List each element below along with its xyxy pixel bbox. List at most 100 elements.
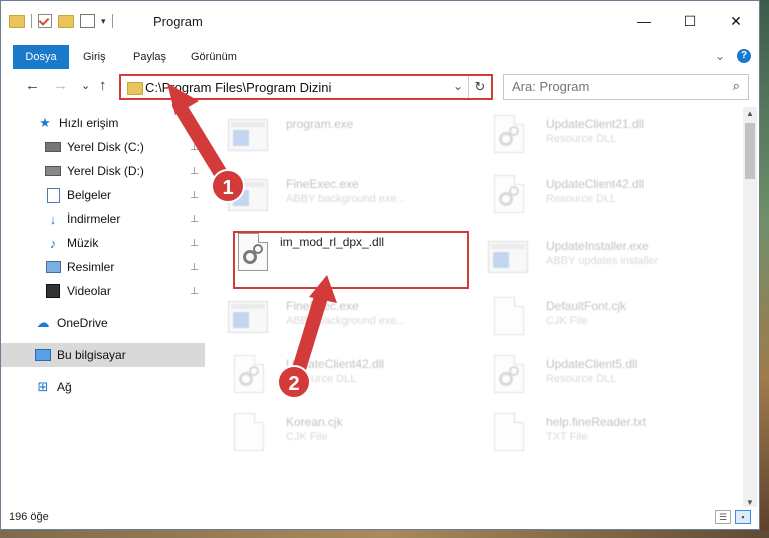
back-arrow-icon[interactable]: ← <box>25 77 40 94</box>
file-name: UpdateClient42.dll <box>546 177 645 191</box>
step-2-badge: 2 <box>277 365 311 399</box>
vertical-scrollbar[interactable]: ▲ ▼ <box>743 107 757 509</box>
tab-share[interactable]: Paylaş <box>133 45 166 69</box>
sidebar-item-label: Müzik <box>67 236 99 250</box>
window-controls: — ☐ ✕ <box>621 1 759 41</box>
dll-icon <box>488 175 528 213</box>
app-icon <box>228 297 268 335</box>
navigation-bar: ← → ⌄ ↑ C:\Program Files\Program Dizini … <box>1 71 759 103</box>
pin-icon[interactable]: ⊥ <box>190 286 199 297</box>
details-view-icon[interactable]: ☰ <box>715 510 731 524</box>
file-item[interactable]: FineExec.exe ABBY background exe... <box>216 289 456 341</box>
up-arrow-icon[interactable]: ↑ <box>99 77 107 94</box>
qat-dropdown-icon[interactable]: ▾ <box>101 16 106 27</box>
file-item[interactable]: UpdateClient42.dll Resource DLL <box>216 347 456 399</box>
sidebar-item-videos[interactable]: Videolar ⊥ <box>1 279 205 303</box>
minimize-button[interactable]: — <box>621 1 667 41</box>
sidebar-item-label: Yerel Disk (C:) <box>67 140 144 154</box>
computer-icon <box>35 348 51 362</box>
app-icon <box>488 237 528 275</box>
sidebar-item-music[interactable]: ♪ Müzik ⊥ <box>1 231 205 255</box>
dll-icon <box>488 355 528 393</box>
file-type: Resource DLL <box>546 193 617 205</box>
search-input[interactable] <box>512 79 712 94</box>
file-item[interactable]: FineExec.exe ABBY background exe... <box>216 167 456 219</box>
help-icon[interactable]: ? <box>737 49 751 63</box>
pin-icon[interactable]: ⊥ <box>190 166 199 177</box>
videos-icon <box>45 284 61 298</box>
file-item[interactable]: UpdateInstaller.exe ABBY updates install… <box>476 229 716 281</box>
music-icon: ♪ <box>49 235 57 251</box>
close-button[interactable]: ✕ <box>713 1 759 41</box>
large-icons-view-icon[interactable]: ▪ <box>735 510 751 524</box>
file-item[interactable]: DefaultFont.cjk CJK File <box>476 289 716 341</box>
file-type: ABBY background exe... <box>286 315 406 327</box>
file-name: help.fineReader.txt <box>546 415 647 429</box>
sidebar-item-documents[interactable]: Belgeler ⊥ <box>1 183 205 207</box>
sidebar-item-downloads[interactable]: ↓ İndirmeler ⊥ <box>1 207 205 231</box>
file-type: CJK File <box>546 315 588 327</box>
desktop-background-bottom <box>0 530 769 538</box>
sidebar-item-pictures[interactable]: Resimler ⊥ <box>1 255 205 279</box>
drive-icon <box>45 140 61 154</box>
file-item[interactable]: program.exe <box>216 107 456 159</box>
target-file-highlight <box>233 231 469 289</box>
exe-icon <box>228 115 268 153</box>
sidebar-item-label: Hızlı erişim <box>59 116 119 130</box>
refresh-icon[interactable]: ↻ <box>468 76 491 98</box>
ribbon-expand-icon[interactable]: ⌄ <box>715 49 725 63</box>
file-name: program.exe <box>286 117 354 131</box>
file-item[interactable]: help.fineReader.txt TXT File <box>476 405 716 457</box>
search-box[interactable]: ⌕ <box>503 74 749 100</box>
doc-icon <box>488 413 528 451</box>
pin-icon[interactable]: ⊥ <box>190 142 199 153</box>
sidebar-item-network[interactable]: ⊞ Ağ <box>1 375 205 399</box>
address-bar[interactable]: C:\Program Files\Program Dizini ⌄ ↻ <box>119 74 493 100</box>
scrollbar-thumb[interactable] <box>745 123 755 179</box>
dll-icon <box>228 355 268 393</box>
address-path[interactable]: C:\Program Files\Program Dizini <box>145 80 331 95</box>
new-folder-icon[interactable] <box>58 14 74 28</box>
explorer-window: ▾ Program — ☐ ✕ Dosya Giriş Paylaş Görün… <box>0 0 760 530</box>
scroll-down-icon[interactable]: ▼ <box>743 498 757 507</box>
pin-icon[interactable]: ⊥ <box>190 190 199 201</box>
pin-icon[interactable]: ⊥ <box>190 262 199 273</box>
documents-icon <box>45 187 61 203</box>
pin-icon[interactable]: ⊥ <box>190 214 199 225</box>
scroll-up-icon[interactable]: ▲ <box>743 109 757 118</box>
sidebar-item-quick-access[interactable]: ★ Hızlı erişim <box>37 111 241 135</box>
rename-icon[interactable] <box>80 14 95 28</box>
file-type: TXT File <box>546 431 588 443</box>
step-1-badge: 1 <box>211 169 245 203</box>
sidebar-item-disk-c[interactable]: Yerel Disk (C:) ⊥ <box>1 135 205 159</box>
pin-icon[interactable]: ⊥ <box>190 238 199 249</box>
file-type: ABBY background exe... <box>286 193 406 205</box>
tab-view[interactable]: Görünüm <box>191 45 237 69</box>
star-icon: ★ <box>39 115 51 130</box>
sidebar-item-disk-d[interactable]: Yerel Disk (D:) ⊥ <box>1 159 205 183</box>
tab-file[interactable]: Dosya <box>13 45 69 69</box>
file-item[interactable]: UpdateClient21.dll Resource DLL <box>476 107 716 159</box>
sidebar-item-onedrive[interactable]: ☁ OneDrive <box>1 311 205 335</box>
tab-home[interactable]: Giriş <box>83 45 106 69</box>
properties-check-icon[interactable] <box>38 14 52 28</box>
file-type: Resource DLL <box>546 133 617 145</box>
title-bar: ▾ Program — ☐ ✕ <box>1 1 759 41</box>
file-name: Korean.cjk <box>286 415 343 429</box>
file-item[interactable]: Korean.cjk CJK File <box>216 405 456 457</box>
window-title: Program <box>153 14 203 29</box>
desktop-background <box>760 0 769 538</box>
search-icon[interactable]: ⌕ <box>733 78 740 94</box>
drive-icon <box>45 164 61 178</box>
sidebar-item-this-pc[interactable]: Bu bilgisayar <box>1 343 205 367</box>
forward-arrow-icon[interactable]: → <box>53 77 68 94</box>
sidebar-item-label: OneDrive <box>57 316 108 330</box>
file-item[interactable]: UpdateClient5.dll Resource DLL <box>476 347 716 399</box>
file-name: FineExec.exe <box>286 177 359 191</box>
maximize-button[interactable]: ☐ <box>667 1 713 41</box>
chevron-down-icon[interactable]: ⌄ <box>453 79 463 93</box>
file-item[interactable]: UpdateClient42.dll Resource DLL <box>476 167 716 219</box>
cloud-icon: ☁ <box>36 315 50 330</box>
file-list: program.exe UpdateClient21.dll Resource … <box>216 107 742 507</box>
recent-locations-icon[interactable]: ⌄ <box>81 79 90 92</box>
